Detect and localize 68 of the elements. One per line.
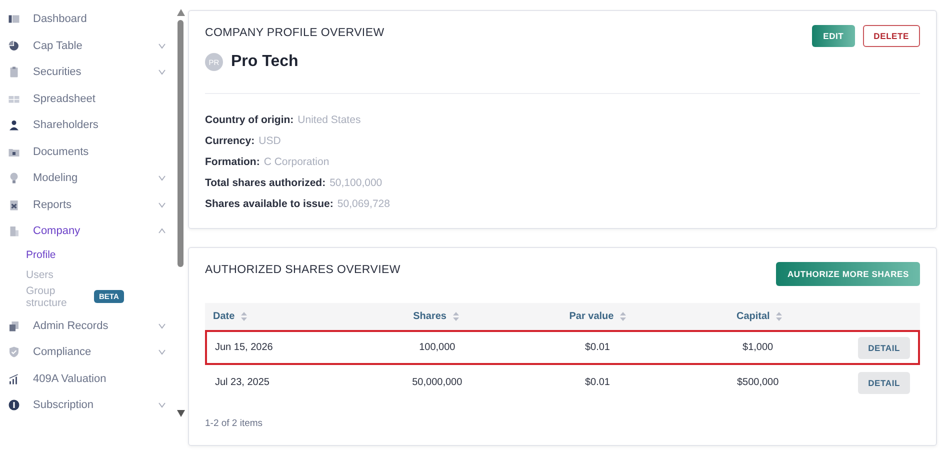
sidebar-item[interactable]: Securities [0,59,174,86]
sidebar-item[interactable]: Company [0,218,174,244]
sidebar-item[interactable]: Documents [0,138,174,165]
sidebar-item[interactable]: Cap Table [0,32,174,59]
menu-item-icon [8,66,20,78]
field-value: C Corporation [264,155,330,169]
table-cell-text: Jul 23, 2025 [214,377,270,388]
menu-item-icon [8,320,20,332]
field-label: Shares available to issue: [205,197,334,211]
menu-item-icon [8,225,20,238]
menu-item-icon [8,346,20,358]
card-title: AUTHORIZED SHARES OVERVIEW [205,263,400,276]
table-cell-text: 50,000,000 [411,377,464,388]
authorize-button[interactable]: AUTHORIZE MORE SHARES [776,262,920,286]
chevron-icon [158,42,166,49]
field-label: Currency: [205,134,255,148]
table-cell-text: $1,000 [742,342,774,353]
menu-item-icon [8,40,20,52]
menu-item-icon [8,13,20,26]
menu-item-icon [8,198,20,211]
menu-item-icon [8,372,20,385]
menu-item-icon [8,172,20,184]
sort-icon [240,312,247,321]
chevron-icon [158,322,166,329]
table-cell-text: $0.01 [584,342,611,353]
field-label: Country of origin: [205,113,294,127]
sidebar-item[interactable]: Subscription [0,392,174,418]
field-value: 50,100,000 [330,176,382,190]
field-value: USD [258,134,281,148]
detail-button[interactable]: DETAIL [858,372,910,394]
sidebar-item[interactable]: Shareholders [0,112,174,138]
sort-icon [452,312,458,321]
chevron-icon [158,175,166,182]
chevron-icon [158,69,166,76]
field-label: Formation: [205,155,260,169]
field-label: Total shares authorized: [205,176,326,190]
edit-button[interactable]: EDIT [812,25,855,47]
pagination-text: 1-2 of 2 items [205,418,264,431]
sidebar-item[interactable]: Modeling [0,165,174,192]
table-cell-text: $0.01 [584,377,611,388]
delete-button[interactable]: DELETE [862,25,920,47]
company-name: Pro Tech [231,53,298,71]
sidebar-item[interactable]: Spreadsheet [0,86,174,112]
card-title: COMPANY PROFILE OVERVIEW [205,26,384,39]
chevron-icon [158,349,166,356]
table-cell-text: 100,000 [418,342,456,353]
field-value: 50,069,728 [337,197,390,211]
chevron-icon [158,202,166,208]
menu-item-icon [8,119,20,132]
column-header[interactable]: Date [205,311,355,322]
sort-icon [776,312,782,321]
column-header[interactable]: Par value [516,311,678,322]
detail-button[interactable]: DETAIL [858,336,910,358]
table-cell-text: $500,000 [736,377,780,388]
sidebar-item[interactable]: Dashboard [0,6,174,32]
sidebar-item[interactable]: Compliance [0,339,174,366]
chevron-icon [158,228,166,234]
menu-item-icon [8,399,20,412]
field-value: United States [298,113,361,127]
column-header[interactable]: Capital [678,311,840,322]
sidebar-item[interactable]: Admin Records [0,312,174,339]
submenu-item[interactable]: Profile [0,244,174,264]
sort-icon [620,312,626,321]
chevron-icon [158,402,166,408]
sidebar-item[interactable]: 409A Valuation [0,366,174,392]
sidebar-item[interactable]: Reports [0,192,174,218]
column-header[interactable]: Shares [355,311,517,322]
table-cell-text: Jun 15, 2026 [214,342,274,353]
